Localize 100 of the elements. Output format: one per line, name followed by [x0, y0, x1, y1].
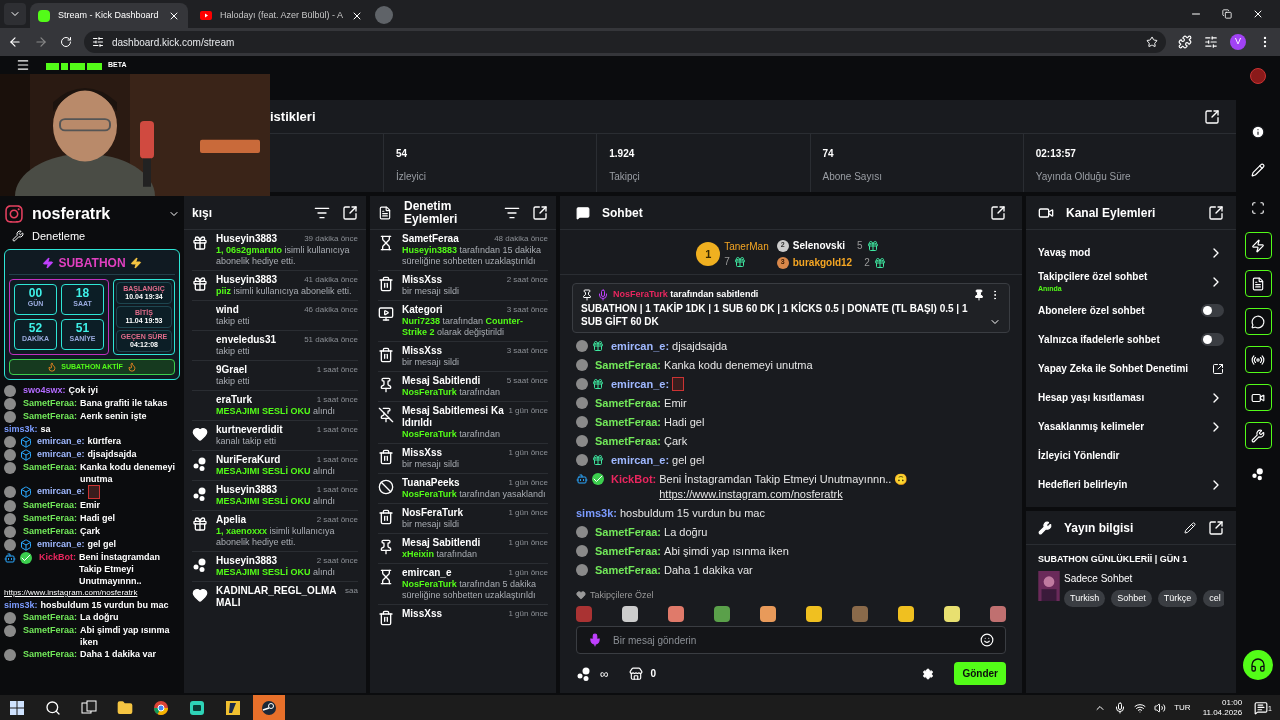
- chat-button[interactable]: [1244, 308, 1272, 335]
- chat-username[interactable]: KickBot:: [39, 551, 76, 563]
- tag[interactable]: cel: [1203, 589, 1224, 607]
- chat-username[interactable]: emircan_e:: [611, 376, 670, 392]
- chat-username[interactable]: SametFeraa:: [595, 543, 662, 559]
- site-info-icon[interactable]: [92, 36, 104, 48]
- chat-username[interactable]: emircan_e:: [611, 338, 670, 354]
- close-window-icon[interactable]: [1252, 8, 1264, 20]
- emote-icon[interactable]: [760, 606, 776, 622]
- category-name: Sadece Sohbet: [1064, 571, 1134, 586]
- chat-username[interactable]: SametFeraa:: [595, 562, 662, 578]
- emote-icon[interactable]: [668, 606, 684, 622]
- emote-icon[interactable]: [852, 606, 868, 622]
- toggle-switch[interactable]: [1201, 333, 1224, 346]
- chat-username[interactable]: SametFeraa:: [23, 512, 78, 524]
- channel-action[interactable]: Hesap yaşı kısıtlaması: [1038, 383, 1224, 412]
- back-icon[interactable]: [8, 35, 22, 49]
- chat-username[interactable]: SametFeraa:: [23, 648, 78, 660]
- chat-username[interactable]: SametFeraa:: [23, 525, 78, 537]
- popout-icon[interactable]: [1204, 108, 1220, 125]
- restore-icon[interactable]: [1222, 9, 1232, 19]
- chat-username[interactable]: SametFeraa:: [595, 433, 662, 449]
- network-icon[interactable]: [1134, 701, 1147, 714]
- forward-icon[interactable]: [34, 35, 48, 49]
- chat-username[interactable]: sims3k:: [4, 599, 38, 611]
- bookmark-icon[interactable]: [1146, 36, 1158, 48]
- chat-username[interactable]: SametFeraa:: [23, 624, 78, 636]
- profile-avatar[interactable]: V: [1230, 34, 1246, 50]
- volume-icon[interactable]: [1154, 701, 1167, 714]
- new-tab-button[interactable]: [375, 6, 394, 24]
- steam-taskbar-button[interactable]: [253, 695, 285, 720]
- support-button[interactable]: [1243, 650, 1273, 680]
- emote-icon[interactable]: [622, 606, 638, 622]
- avatar-icon[interactable]: [1250, 68, 1266, 84]
- chat-username[interactable]: sims3k:: [576, 505, 617, 521]
- chat-username[interactable]: emircan_e:: [37, 435, 85, 447]
- emote-icon[interactable]: [990, 606, 1006, 622]
- popout-icon[interactable]: [1208, 519, 1224, 536]
- popout-icon[interactable]: [342, 204, 358, 221]
- chat-username[interactable]: SametFeraa:: [23, 611, 78, 623]
- chat-username[interactable]: SametFeraa:: [23, 461, 78, 473]
- language-indicator[interactable]: TUR: [1174, 701, 1191, 714]
- unpin-icon[interactable]: [973, 288, 985, 301]
- url-text[interactable]: dashboard.kick.com/stream: [112, 34, 235, 50]
- send-button[interactable]: Gönder: [954, 662, 1006, 685]
- document-button[interactable]: [1244, 270, 1272, 297]
- popout-icon[interactable]: [1208, 204, 1224, 221]
- channel-action[interactable]: Yasaklanmış kelimeler: [1038, 412, 1224, 441]
- chat-username[interactable]: SametFeraa:: [23, 499, 78, 511]
- chat-username[interactable]: swo4swx:: [23, 384, 66, 396]
- edit-icon[interactable]: [1184, 521, 1196, 534]
- emote-icon[interactable]: [806, 606, 822, 622]
- broadcast-button[interactable]: [1244, 346, 1272, 373]
- channel-action[interactable]: İzleyici Yönlendir: [1038, 441, 1224, 470]
- camera-button[interactable]: [1244, 384, 1272, 411]
- chat-username[interactable]: SametFeraa:: [23, 397, 78, 409]
- browser-tab[interactable]: Stream - Kick Dashboard: [30, 3, 188, 28]
- channel-action[interactable]: Yavaş mod: [1038, 238, 1224, 267]
- chat-username[interactable]: SametFeraa:: [595, 524, 662, 540]
- menu-icon[interactable]: [16, 57, 30, 72]
- chat-username[interactable]: SametFeraa:: [595, 357, 662, 373]
- channel-action[interactable]: Abonelere özel sohbet: [1038, 296, 1224, 325]
- chat-username[interactable]: SametFeraa:: [595, 395, 662, 411]
- wrench-button[interactable]: [1244, 422, 1272, 449]
- clock-time[interactable]: 01:00: [1222, 697, 1243, 708]
- popout-icon[interactable]: [532, 204, 548, 221]
- leader-name: TanerMan: [724, 240, 769, 254]
- channel-action[interactable]: Yalnızca ifadelerle sohbet: [1038, 325, 1224, 354]
- chat-username[interactable]: emircan_e:: [37, 485, 85, 497]
- emote-icon[interactable]: [714, 606, 730, 622]
- clock-date[interactable]: 11.04.2026: [1202, 707, 1243, 718]
- message-input[interactable]: Bir mesaj gönderin: [576, 626, 1006, 654]
- emote-icon[interactable]: [944, 606, 960, 622]
- chat-username[interactable]: emircan_e:: [611, 452, 670, 468]
- channel-action[interactable]: Yapay Zeka ile Sohbet Denetimi: [1038, 354, 1224, 383]
- chat-link[interactable]: https://www.instagram.com/nosferatrk: [659, 487, 843, 500]
- chat-username[interactable]: emircan_e:: [37, 448, 85, 460]
- chat-username[interactable]: KickBot:: [611, 471, 657, 487]
- tab-list-button[interactable]: [4, 3, 26, 25]
- chat-link[interactable]: https://www.instagram.com/nosferatrk: [4, 587, 138, 599]
- media-icon[interactable]: [1204, 35, 1218, 49]
- event-time: saa: [345, 585, 358, 597]
- reload-icon[interactable]: [60, 36, 72, 48]
- tag[interactable]: Turkish: [1064, 589, 1106, 607]
- popout-icon[interactable]: [990, 204, 1006, 221]
- chat-username[interactable]: SametFeraa:: [23, 410, 78, 422]
- toggle-switch[interactable]: [1201, 304, 1224, 317]
- browser-tab[interactable]: Halodayı (feat. Azer Bülbül) - A: [192, 3, 372, 28]
- channel-action[interactable]: Hedefleri belirleyin: [1038, 470, 1224, 499]
- bolt-button[interactable]: [1244, 232, 1272, 259]
- extensions-icon[interactable]: [1178, 35, 1192, 49]
- emoji-icon[interactable]: [980, 633, 994, 647]
- tag[interactable]: Sohbet: [1111, 589, 1152, 607]
- chat-username[interactable]: SametFeraa:: [595, 414, 662, 430]
- mic-icon[interactable]: [1114, 701, 1127, 714]
- chat-username[interactable]: sims3k:: [4, 423, 38, 435]
- chat-username[interactable]: emircan_e:: [37, 538, 85, 550]
- emote-icon[interactable]: [898, 606, 914, 622]
- settings-icon[interactable]: [922, 667, 935, 680]
- tag[interactable]: Türkçe: [1157, 589, 1198, 607]
